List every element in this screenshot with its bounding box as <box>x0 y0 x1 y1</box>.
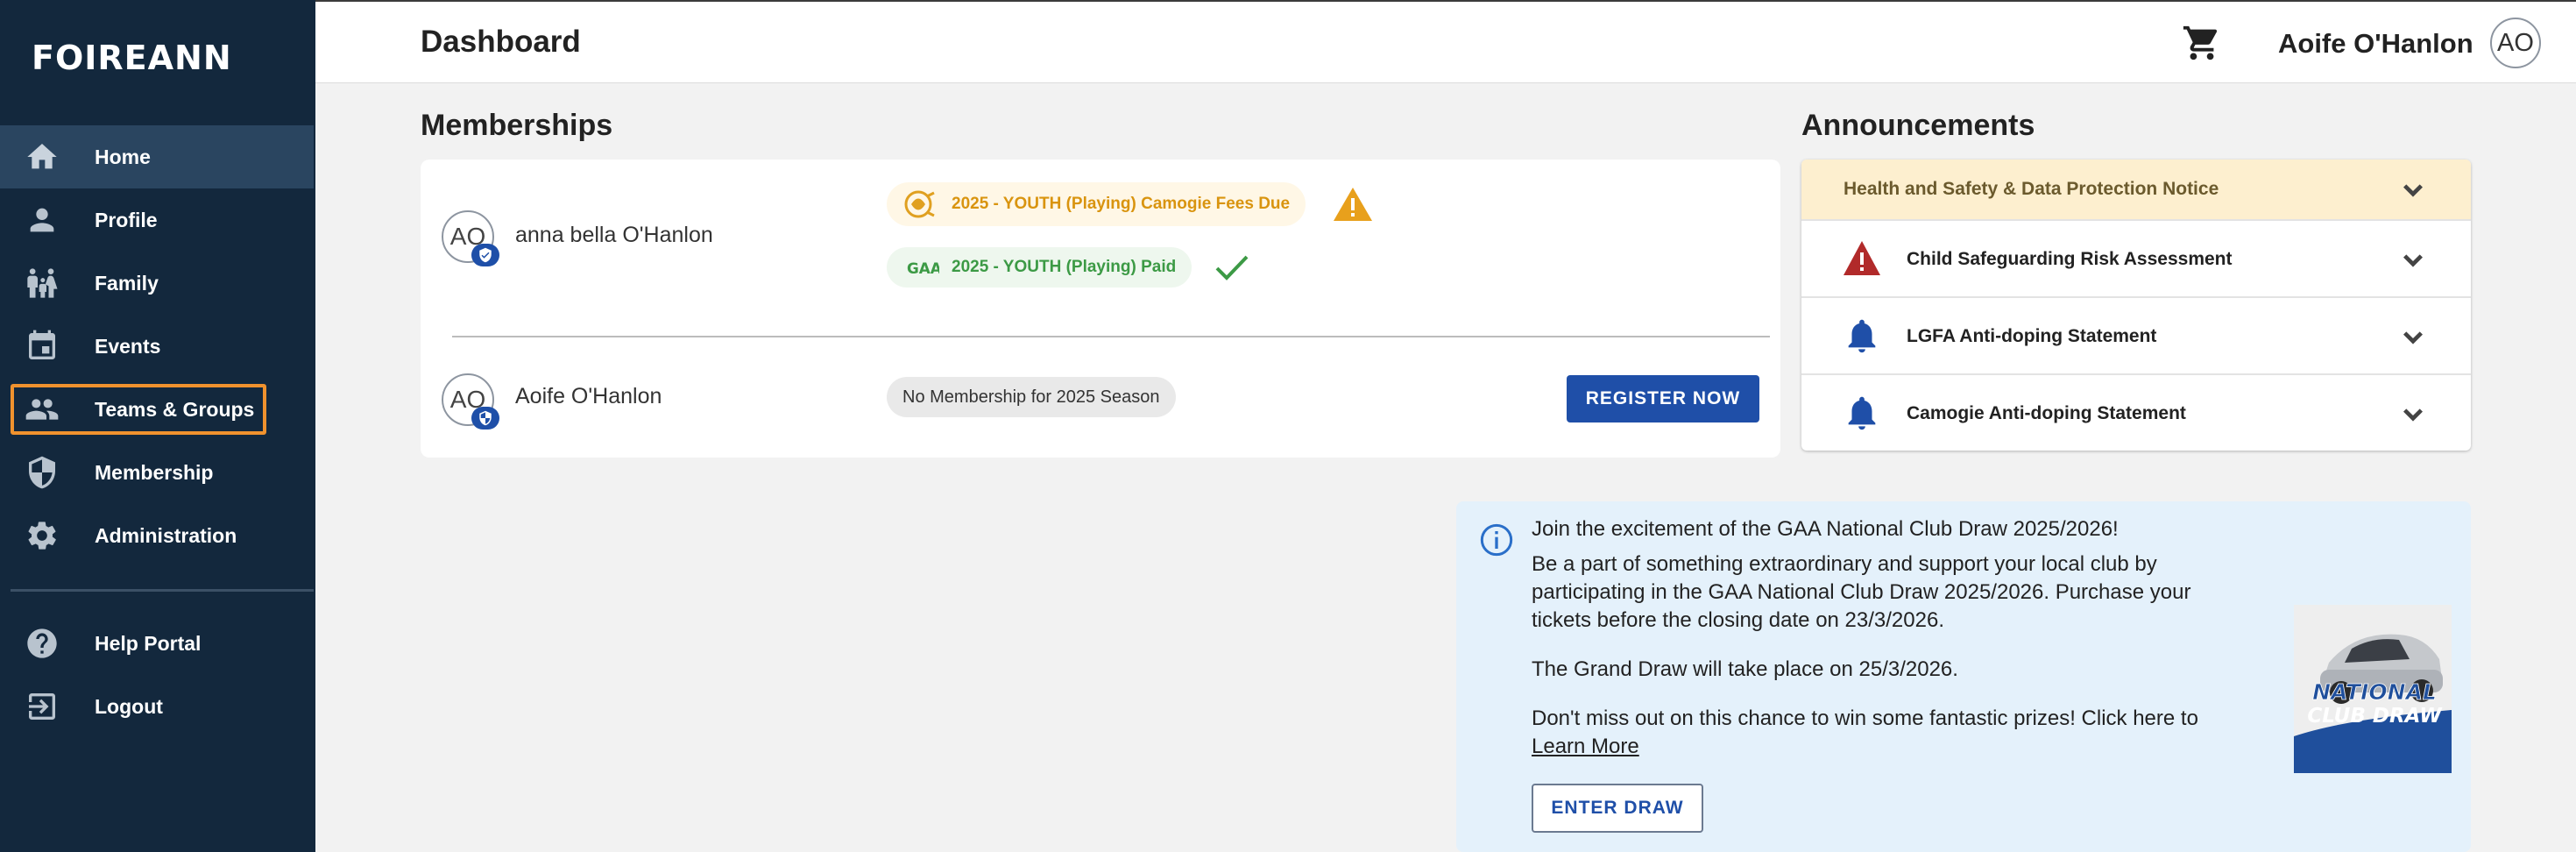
warning-icon <box>1334 188 1372 221</box>
calendar-icon <box>25 329 60 364</box>
sidebar-item-label: Events <box>95 334 161 358</box>
status-text: 2025 - YOUTH (Playing) Paid <box>952 258 1177 276</box>
learn-more-link[interactable]: Learn More <box>1532 735 1639 758</box>
sidebar-item-label: Help Portal <box>95 631 202 655</box>
bell-icon <box>1848 396 1876 430</box>
sidebar-item-label: Family <box>95 271 159 295</box>
draw-heading: Join the excitement of the GAA National … <box>1532 517 2119 541</box>
sidebar-item-label: Logout <box>95 694 163 718</box>
warning-icon <box>1844 241 1880 275</box>
cart-icon[interactable] <box>2182 23 2222 63</box>
status-badge-paid[interactable]: GAA 2025 - YOUTH (Playing) Paid <box>887 247 1192 288</box>
enter-draw-button[interactable]: ENTER DRAW <box>1532 784 1703 833</box>
announcement-title: Health and Safety & Data Protection Noti… <box>1844 179 2219 199</box>
sidebar-item-events[interactable]: Events <box>0 315 314 378</box>
gaa-logo-icon: GAA <box>907 259 939 277</box>
sidebar-item-home[interactable]: Home <box>0 125 314 188</box>
draw-body: Be a part of something extraordinary and… <box>1532 552 2191 632</box>
focus-highlight <box>11 384 266 435</box>
user-name[interactable]: Aoife O'Hanlon <box>2278 28 2473 60</box>
avatar[interactable]: AO <box>2490 18 2541 68</box>
sidebar-item-logout[interactable]: Logout <box>0 675 314 738</box>
sidebar-item-administration[interactable]: Administration <box>0 504 314 567</box>
person-icon <box>25 202 60 238</box>
sidebar: FOIREANN Home Profile Family Events Team… <box>0 0 315 852</box>
shield-icon <box>25 455 60 490</box>
status-badge-none: No Membership for 2025 Season <box>887 377 1176 417</box>
member-name[interactable]: Aoife O'Hanlon <box>515 384 662 409</box>
announcement-item[interactable]: Camogie Anti-doping Statement <box>1801 375 2471 451</box>
app-logo[interactable]: FOIREANN <box>32 39 232 77</box>
announcement-item[interactable]: Child Safeguarding Risk Assessment <box>1801 221 2471 298</box>
top-header: Dashboard Aoife O'Hanlon AO <box>315 0 2576 83</box>
chevron-down-icon[interactable] <box>2399 175 2427 203</box>
image-title-line-2: CLUB DRAW <box>2307 705 2443 728</box>
sidebar-item-label: Profile <box>95 208 158 231</box>
status-badge-due[interactable]: 2025 - YOUTH (Playing) Camogie Fees Due <box>887 182 1306 226</box>
check-icon <box>1215 255 1249 280</box>
image-title-line-1: NATIONAL <box>2312 679 2437 705</box>
draw-prizes-text: Don't miss out on this chance to win som… <box>1532 705 2250 761</box>
shield-icon <box>471 407 499 430</box>
sidebar-item-label: Membership <box>95 460 214 484</box>
member-name[interactable]: anna bella O'Hanlon <box>515 223 713 248</box>
sidebar-item-membership[interactable]: Membership <box>0 441 314 504</box>
sidebar-item-help-portal[interactable]: Help Portal <box>0 612 314 675</box>
page-title: Dashboard <box>421 25 581 59</box>
announcement-item[interactable]: Health and Safety & Data Protection Noti… <box>1801 160 2471 221</box>
help-icon <box>25 626 60 661</box>
register-now-button[interactable]: REGISTER NOW <box>1567 375 1759 422</box>
national-club-draw-image[interactable]: NATIONAL CLUB DRAW <box>2294 605 2452 773</box>
sidebar-item-label: Administration <box>95 523 237 547</box>
chevron-down-icon[interactable] <box>2399 245 2427 273</box>
shield-check-icon <box>471 244 499 266</box>
announcements-list: Health and Safety & Data Protection Noti… <box>1801 160 2471 451</box>
announcement-item[interactable]: LGFA Anti-doping Statement <box>1801 298 2471 375</box>
info-icon <box>1480 523 1513 557</box>
home-icon <box>25 139 60 174</box>
draw-date-text: The Grand Draw will take place on 25/3/2… <box>1532 657 1958 681</box>
announcement-title: Child Safeguarding Risk Assessment <box>1907 249 2233 269</box>
bell-icon <box>1848 319 1876 353</box>
camogie-logo-icon <box>904 190 935 218</box>
sidebar-item-label: Home <box>95 145 151 168</box>
sidebar-item-family[interactable]: Family <box>0 252 314 315</box>
logout-icon <box>25 689 60 724</box>
family-icon <box>25 266 60 301</box>
announcement-title: LGFA Anti-doping Statement <box>1907 326 2157 346</box>
member-avatar: AO <box>442 210 499 266</box>
status-text: 2025 - YOUTH (Playing) Camogie Fees Due <box>952 195 1291 213</box>
announcements-title: Announcements <box>1801 109 2035 142</box>
svg-text:GAA: GAA <box>907 259 939 277</box>
chevron-down-icon[interactable] <box>2399 400 2427 428</box>
car-promo-graphic: NATIONAL CLUB DRAW <box>2294 605 2452 773</box>
club-draw-panel: Join the excitement of the GAA National … <box>1456 501 2471 852</box>
draw-prizes-label: Don't miss out on this chance to win som… <box>1532 706 2198 730</box>
gear-icon <box>25 518 60 553</box>
announcement-title: Camogie Anti-doping Statement <box>1907 403 2186 423</box>
memberships-title: Memberships <box>421 109 613 142</box>
chevron-down-icon[interactable] <box>2399 323 2427 351</box>
sidebar-item-profile[interactable]: Profile <box>0 188 314 252</box>
member-divider <box>452 336 1770 337</box>
member-avatar: AO <box>442 373 499 430</box>
sidebar-divider <box>11 589 314 592</box>
